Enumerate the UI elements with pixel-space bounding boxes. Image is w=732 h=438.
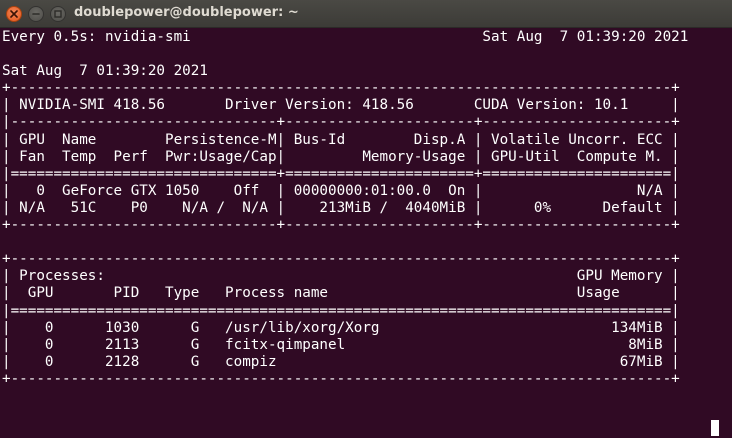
terminal-line: +---------------------------------------… [2, 251, 680, 268]
terminal-line: |=======================================… [2, 302, 680, 319]
terminal-line: | N/A 51C P0 N/A / N/A | 213MiB / 4040Mi… [2, 199, 680, 216]
terminal-line: |===============================+=======… [2, 165, 680, 182]
terminal-line: +-------------------------------+-------… [2, 217, 680, 234]
terminal-line: | Processes: GPU Memory | [2, 268, 680, 285]
terminal-line: +---------------------------------------… [2, 80, 680, 97]
terminal-line: +---------------------------------------… [2, 370, 680, 387]
terminal-line: | 0 GeForce GTX 1050 Off | 00000000:01:0… [2, 182, 680, 199]
close-icon [10, 10, 18, 18]
terminal-output[interactable]: Every 0.5s: nvidia-smi Sat Aug 7 01:39:2… [2, 29, 730, 434]
terminal-line: | 0 1030 G /usr/lib/xorg/Xorg 134MiB | [2, 319, 680, 336]
window-title: doublepower@doublepower: ~ [74, 5, 299, 20]
title-bar[interactable]: doublepower@doublepower: ~ [0, 0, 732, 28]
terminal-line: | GPU PID Type Process name Usage | [2, 285, 680, 302]
close-button[interactable] [6, 6, 22, 22]
minimize-button[interactable] [28, 6, 44, 22]
terminal-line: Sat Aug 7 01:39:20 2021 [2, 63, 208, 80]
minimize-icon [32, 13, 40, 15]
maximize-button[interactable] [50, 6, 66, 22]
terminal-line: | 0 2113 G fcitx-qimpanel 8MiB | [2, 336, 680, 353]
terminal-line: Every 0.5s: nvidia-smi Sat Aug 7 01:39:2… [2, 29, 689, 45]
terminal-line: |-------------------------------+-------… [2, 114, 680, 131]
terminal-line: | 0 2128 G compiz 67MiB | [2, 353, 680, 370]
terminal-line: | NVIDIA-SMI 418.56 Driver Version: 418.… [2, 97, 680, 114]
maximize-icon [54, 10, 62, 18]
terminal-line: | Fan Temp Perf Pwr:Usage/Cap| Memory-Us… [2, 148, 680, 165]
terminal-line: | GPU Name Persistence-M| Bus-Id Disp.A … [2, 131, 680, 148]
terminal-window: doublepower@doublepower: ~ Every 0.5s: n… [0, 0, 732, 438]
terminal-cursor [711, 420, 719, 436]
